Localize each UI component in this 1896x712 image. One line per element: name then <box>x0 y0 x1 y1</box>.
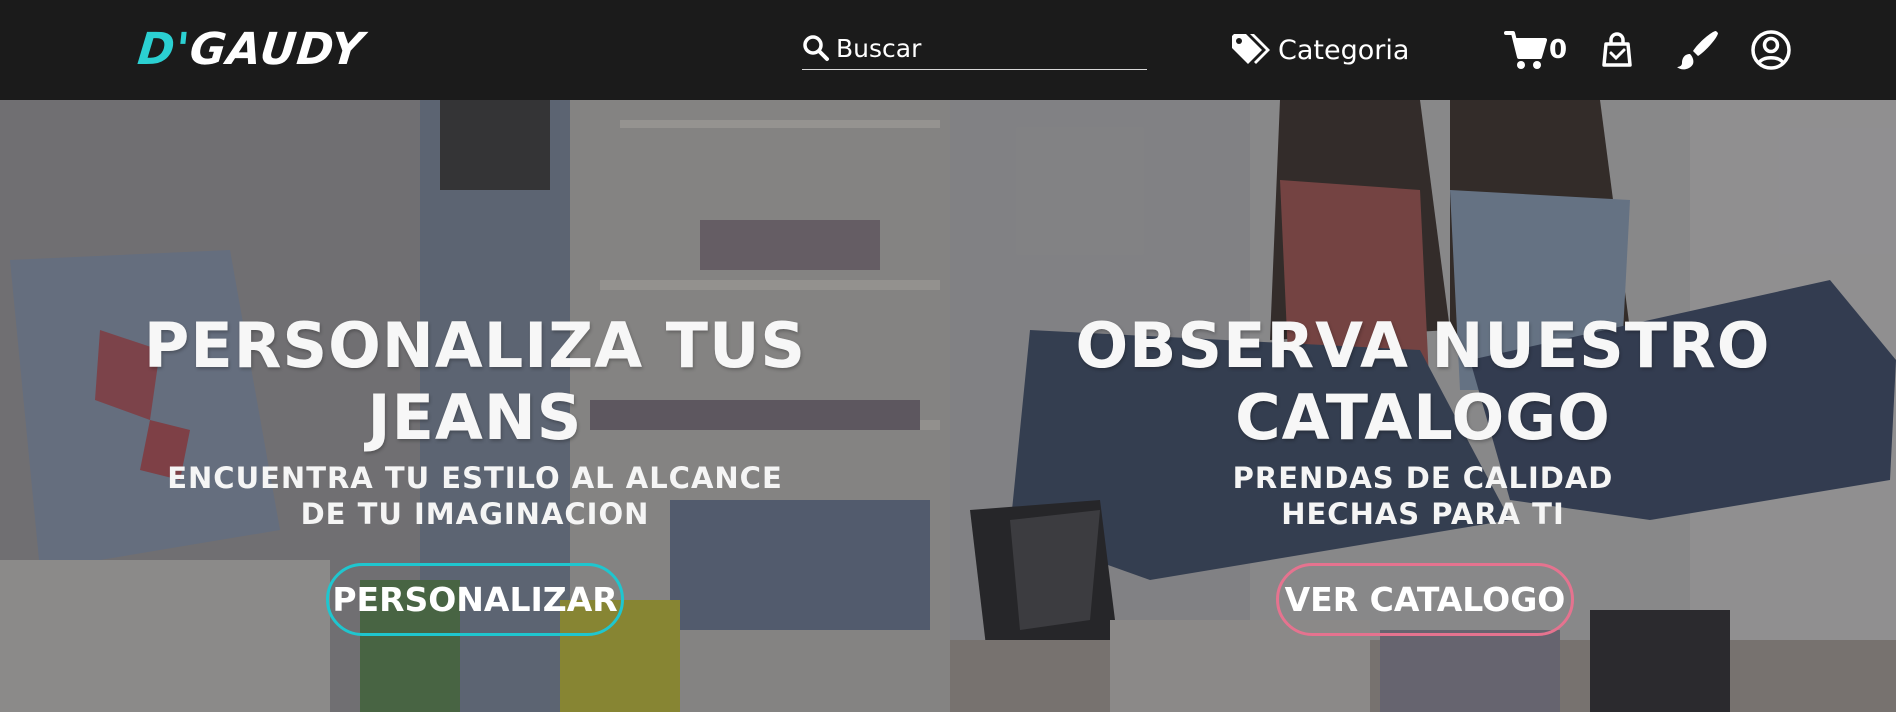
customize-hero-title: PERSONALIZA TUS JEANS <box>0 310 950 454</box>
user-circle-icon <box>1751 30 1791 70</box>
personalizar-button[interactable]: PERSONALIZAR <box>326 563 624 636</box>
shopping-bag-icon <box>1602 32 1632 67</box>
catalog-subtitle-line2: HECHAS PARA TI <box>1281 497 1565 531</box>
catalog-hero-title: OBSERVA NUESTRO CATALOGO <box>950 310 1896 454</box>
logo[interactable]: D'GAUDY <box>135 22 367 78</box>
top-navbar: D'GAUDY Categoria 0 <box>0 0 1896 100</box>
customize-hero-subtitle: ENCUENTRA TU ESTILO AL ALCANCE DE TU IMA… <box>0 460 950 532</box>
orders-button[interactable] <box>1600 26 1634 74</box>
search-input[interactable] <box>836 28 1142 68</box>
catalog-hero-subtitle: PRENDAS DE CALIDAD HECHAS PARA TI <box>950 460 1896 532</box>
category-label: Categoria <box>1278 34 1410 66</box>
account-button[interactable] <box>1750 26 1792 74</box>
category-menu[interactable]: Categoria <box>1230 28 1409 72</box>
catalog-subtitle-line1: PRENDAS DE CALIDAD <box>1232 461 1614 495</box>
logo-prefix: D' <box>135 24 193 75</box>
customize-title-line2: JEANS <box>367 381 583 454</box>
tags-icon <box>1232 34 1270 64</box>
customize-hero-panel: PERSONALIZA TUS JEANS ENCUENTRA TU ESTIL… <box>0 100 950 712</box>
logo-name: GAUDY <box>187 24 367 75</box>
catalog-title-line1: OBSERVA NUESTRO <box>1075 309 1771 382</box>
cart-count: 0 <box>1549 35 1568 65</box>
paintbrush-icon <box>1677 31 1718 70</box>
cart-button[interactable]: 0 <box>1504 26 1567 74</box>
ver-catalogo-button[interactable]: VER CATALOGO <box>1276 563 1574 636</box>
customize-subtitle-line2: DE TU IMAGINACION <box>300 497 650 531</box>
catalog-title-line2: CATALOGO <box>1235 381 1611 454</box>
customize-hero-content: PERSONALIZA TUS JEANS ENCUENTRA TU ESTIL… <box>0 100 950 712</box>
search-icon[interactable] <box>802 34 830 62</box>
cart-icon <box>1504 31 1547 69</box>
search-bar <box>802 28 1147 70</box>
customize-title-line1: PERSONALIZA TUS <box>143 309 807 382</box>
catalog-hero-panel: OBSERVA NUESTRO CATALOGO PRENDAS DE CALI… <box>950 100 1896 712</box>
customize-subtitle-line1: ENCUENTRA TU ESTILO AL ALCANCE <box>167 461 783 495</box>
customize-button[interactable] <box>1676 26 1720 74</box>
catalog-hero-content: OBSERVA NUESTRO CATALOGO PRENDAS DE CALI… <box>950 100 1896 712</box>
